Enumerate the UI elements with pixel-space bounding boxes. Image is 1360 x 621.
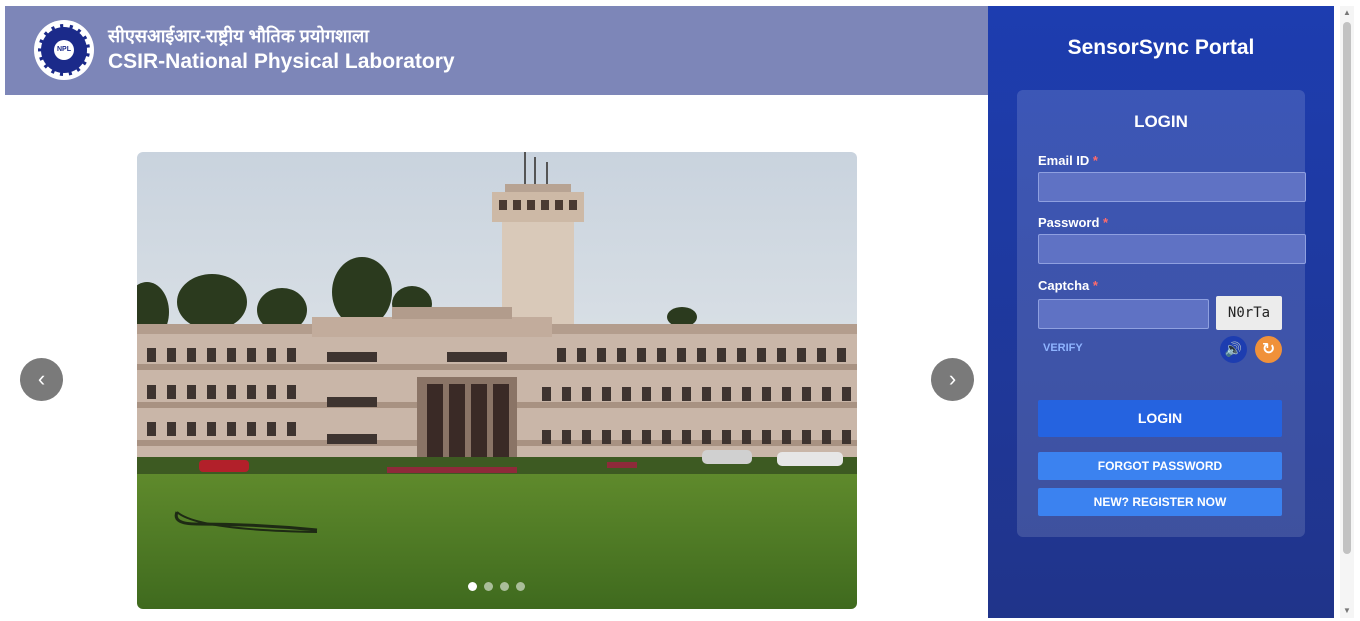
carousel-dot-4[interactable] xyxy=(516,582,525,591)
password-label-text: Password xyxy=(1038,215,1100,230)
captcha-label: Captcha * xyxy=(1038,278,1098,293)
refresh-captcha-button[interactable]: ↻ xyxy=(1255,336,1282,363)
login-title: LOGIN xyxy=(1134,112,1188,131)
scroll-up-icon[interactable]: ▲ xyxy=(1340,8,1354,18)
captcha-image: N0rTa xyxy=(1216,296,1282,330)
hindi-site-title: सीएसआईआर-राष्ट्रीय भौतिक प्रयोगशाला xyxy=(108,26,369,46)
password-field[interactable] xyxy=(1038,234,1306,264)
forgot-password-button[interactable]: FORGOT PASSWORD xyxy=(1038,452,1282,480)
verify-link[interactable]: VERIFY xyxy=(1043,342,1083,354)
english-site-title: CSIR-National Physical Laboratory xyxy=(108,50,455,73)
chevron-left-icon: ‹ xyxy=(37,366,46,391)
captcha-input[interactable] xyxy=(1038,299,1209,329)
carousel-slide-image xyxy=(137,152,857,609)
logo-gear-icon: NPL xyxy=(38,24,90,76)
carousel-dot-3[interactable] xyxy=(500,582,509,591)
register-button[interactable]: NEW? REGISTER NOW xyxy=(1038,488,1282,516)
login-button[interactable]: LOGIN xyxy=(1038,400,1282,437)
required-marker: * xyxy=(1103,215,1109,230)
scroll-down-icon[interactable]: ▼ xyxy=(1340,606,1354,616)
email-label: Email ID * xyxy=(1038,153,1098,168)
password-label: Password * xyxy=(1038,215,1108,230)
login-panel: SensorSync Portal LOGIN Email ID * Passw… xyxy=(988,6,1334,618)
carousel-indicators xyxy=(468,582,525,591)
carousel-next-button[interactable]: › xyxy=(931,358,974,401)
carousel-prev-button[interactable]: ‹ xyxy=(20,358,63,401)
refresh-icon: ↻ xyxy=(1261,341,1276,358)
email-field[interactable] xyxy=(1038,172,1306,202)
chevron-right-icon: › xyxy=(948,366,957,391)
scroll-thumb[interactable] xyxy=(1343,22,1351,554)
login-card: LOGIN Email ID * Password * Captcha * N0… xyxy=(1017,90,1306,537)
required-marker: * xyxy=(1092,153,1098,168)
audio-captcha-button[interactable]: 🔊 xyxy=(1220,336,1247,363)
page-scrollbar[interactable]: ▲ ▼ xyxy=(1340,6,1354,618)
site-header: NPL सीएसआईआर-राष्ट्रीय भौतिक प्रयोगशाला … xyxy=(5,6,988,95)
email-label-text: Email ID xyxy=(1038,153,1090,168)
required-marker: * xyxy=(1092,278,1098,293)
carousel-dot-2[interactable] xyxy=(484,582,493,591)
portal-title: SensorSync Portal xyxy=(1067,36,1255,59)
npl-logo: NPL xyxy=(34,20,94,80)
speaker-icon: 🔊 xyxy=(1224,341,1243,357)
carousel-dot-1[interactable] xyxy=(468,582,477,591)
logo-text: NPL xyxy=(54,40,74,60)
captcha-label-text: Captcha xyxy=(1038,278,1090,293)
